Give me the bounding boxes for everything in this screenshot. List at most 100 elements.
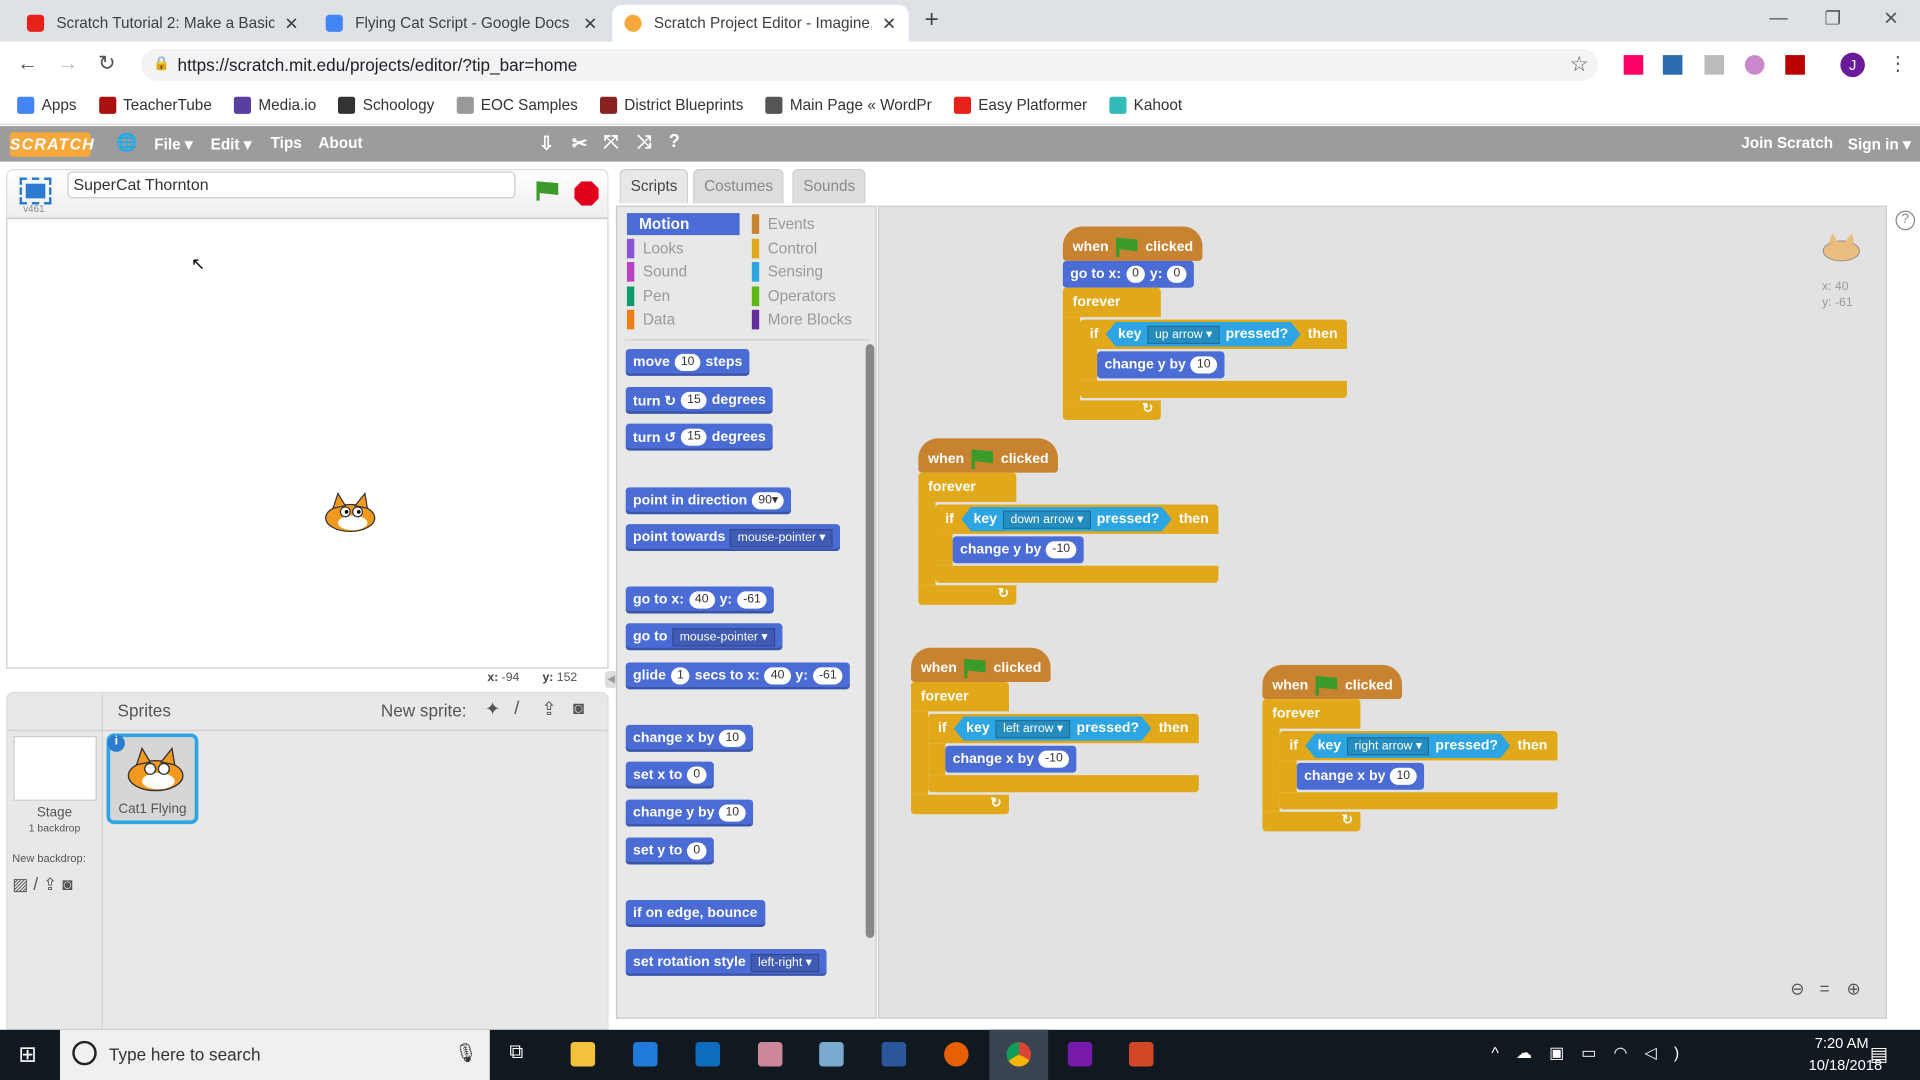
extension-icon[interactable] [1623,55,1644,75]
scripts-area[interactable]: x: 40 y: -61 ⊖ = ⊕ when clicked go to x: 0 y… [877,205,1887,1019]
help-tool-icon[interactable]: ? [669,131,680,152]
number-input[interactable]: 10 [719,729,746,747]
when-flag-clicked-block[interactable]: when clicked [1262,664,1403,700]
when-flag-clicked-block[interactable]: when clicked [911,647,1052,683]
bookmark-star-icon[interactable]: ☆ [1570,53,1589,77]
paint-sprite-icon[interactable]: / [514,698,519,719]
dropdown-input[interactable]: mouse-pointer ▾ [730,528,833,547]
category-data[interactable]: Data [626,309,675,331]
key-dropdown[interactable]: up arrow ▾ [1148,325,1220,343]
palette-block[interactable]: go to x: 40 y: -61 [625,586,775,614]
task-view-icon[interactable]: ⧉ [509,1042,523,1064]
profile-avatar[interactable]: J [1840,52,1865,78]
number-input[interactable]: 10 [719,804,746,822]
category-pen[interactable]: Pen [626,285,670,307]
number-input[interactable]: -61 [812,667,843,685]
script-stack[interactable]: when clicked forever if key left arrow ▾ press… [911,640,1199,815]
forever-block[interactable]: forever if key up arrow ▾ pressed? then change… [1062,287,1348,421]
help-icon[interactable]: ? [1895,210,1916,231]
bookmark-item[interactable]: Schoology [338,96,434,114]
scratch-logo[interactable]: SCRATCH [9,132,94,157]
key-pressed-block[interactable]: key up arrow ▾ pressed? [1106,322,1301,346]
zoom-in-icon[interactable]: ⊕ [1847,978,1861,999]
category-more-blocks[interactable]: More Blocks [751,309,852,331]
key-pressed-block[interactable]: key down arrow ▾ pressed? [961,507,1171,531]
dropdown-input[interactable]: left-right ▾ [750,953,820,972]
bookmark-item[interactable]: TeacherTube [98,96,212,114]
microphone-icon[interactable]: 🎙 [454,1042,477,1064]
palette-block[interactable]: turn ↺ 15 degrees [625,423,774,451]
palette-block[interactable]: move 10 steps [625,348,750,376]
number-input[interactable]: 0 [687,766,707,784]
number-input[interactable]: 10 [1190,356,1217,374]
if-then-block[interactable]: if key up arrow ▾ pressed? then change y by 10 [1080,319,1348,398]
project-title-input[interactable]: SuperCat Thornton [67,171,516,199]
key-dropdown[interactable]: right arrow ▾ [1347,737,1429,755]
join-scratch-link[interactable]: Join Scratch [1741,135,1833,152]
camera-sprite-icon[interactable]: ◙ [573,698,584,719]
fullscreen-icon[interactable] [19,177,52,205]
category-motion[interactable]: Motion [626,213,740,236]
number-input[interactable]: 0 [687,842,707,860]
change-block[interactable]: change x by 10 [1296,762,1424,790]
palette-block[interactable]: set x to 0 [625,761,714,789]
extension-icon[interactable] [1785,55,1805,75]
forever-block[interactable]: forever if key right arrow ▾ pressed? then cha… [1262,699,1558,832]
number-input[interactable]: 10 [674,353,701,372]
outlook-icon[interactable] [695,1042,721,1067]
script-stack[interactable]: when clicked forever if key right arrow ▾ pres… [1262,658,1558,832]
browser-tab-scratch[interactable]: Scratch Project Editor - Imagine, ✕ [612,4,909,42]
minimize-button[interactable]: — [1769,7,1787,28]
category-looks[interactable]: Looks [626,237,684,259]
forever-block[interactable]: forever if key left arrow ▾ pressed? then chan… [911,682,1199,815]
bookmark-item[interactable]: Kahoot [1109,96,1182,114]
sprite-library-icon[interactable]: ✦ [485,698,500,720]
bookmark-item[interactable]: Apps [17,96,77,114]
bookmark-item[interactable]: District Blueprints [599,96,743,114]
windows-start-icon[interactable]: ⊞ [18,1042,36,1068]
palette-block[interactable]: point in direction 90▾ [625,487,792,515]
firefox-icon[interactable] [944,1042,969,1067]
extension-icon[interactable] [1704,55,1725,75]
key-pressed-block[interactable]: key right arrow ▾ pressed? [1305,733,1510,757]
category-sound[interactable]: Sound [626,261,687,283]
number-input[interactable]: -10 [1038,750,1069,768]
palette-block[interactable]: turn ↻ 15 degrees [625,386,774,414]
word-icon[interactable] [881,1042,907,1067]
menu-edit[interactable]: Edit ▾ [211,135,252,153]
palette-block[interactable]: point towards mouse-pointer ▾ [625,524,841,552]
palette-block[interactable]: go to mouse-pointer ▾ [625,623,783,651]
taskbar-search[interactable]: Type here to search 🎙 [60,1029,490,1080]
grow-tool-icon[interactable]: ⤧ [604,132,619,153]
system-tray-icons[interactable]: ^☁▣▭◠◁) [1491,1043,1696,1063]
zoom-out-icon[interactable]: ⊖ [1790,978,1804,999]
menu-about[interactable]: About [318,135,362,152]
edge-icon[interactable] [633,1042,658,1067]
close-tab-icon[interactable]: ✕ [882,13,896,34]
chrome-menu-icon[interactable]: ⋮ [1888,51,1908,75]
key-pressed-block[interactable]: key left arrow ▾ pressed? [954,716,1151,740]
bookmark-item[interactable]: Media.io [233,96,316,114]
number-input[interactable]: -61 [737,591,767,609]
palette-block[interactable]: set y to 0 [625,837,714,865]
stage-thumbnail[interactable] [13,735,97,801]
script-stack[interactable]: when clicked go to x: 0 y: 0 forever if key up ar… [1062,219,1348,421]
backdrop-tools-icons[interactable]: ▨/⇪◙ [12,874,77,895]
when-flag-clicked-block[interactable]: when clicked [1062,226,1203,261]
forever-block[interactable]: forever if key down arrow ▾ pressed? then chan… [918,472,1219,605]
menu-file[interactable]: File ▾ [154,135,192,153]
change-block[interactable]: change x by -10 [945,745,1077,773]
extension-icon[interactable] [1744,55,1765,75]
dropdown-input[interactable]: mouse-pointer ▾ [672,627,775,646]
language-globe-icon[interactable]: 🌐 [116,132,137,153]
bookmark-item[interactable]: Main Page « WordPr [765,96,932,114]
key-dropdown[interactable]: left arrow ▾ [996,719,1071,737]
zoom-reset-icon[interactable]: = [1820,978,1830,998]
category-events[interactable]: Events [751,213,815,235]
tab-costumes[interactable]: Costumes [693,168,785,204]
close-window-button[interactable]: ✕ [1883,7,1898,30]
delete-tool-icon[interactable]: ✂ [572,132,587,154]
new-tab-button[interactable]: + [924,6,938,34]
change-block[interactable]: change y by 10 [1097,351,1224,379]
file-explorer-icon[interactable] [570,1042,596,1067]
